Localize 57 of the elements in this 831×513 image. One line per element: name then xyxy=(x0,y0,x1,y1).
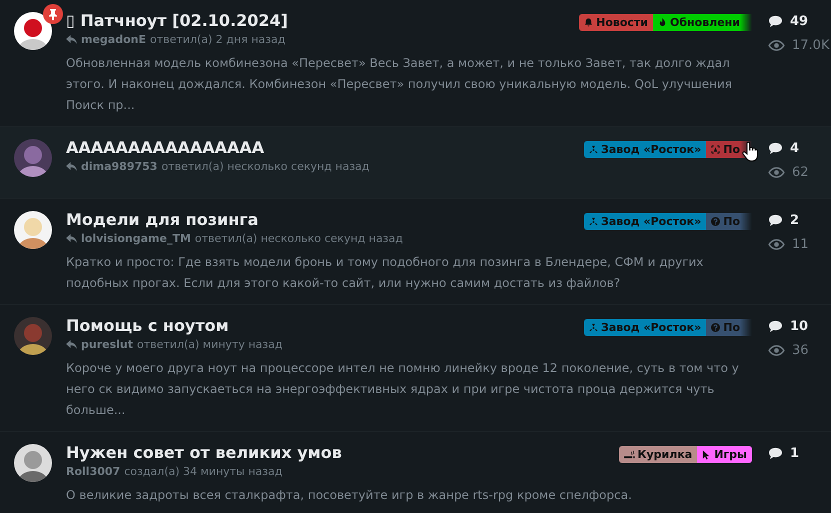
topic-excerpt: Кратко и просто: Где взять модели бронь и тому подобного для позинга в Блендере, СФМ и других подобных прогах. Если для этого какой-то сайт, или нужно самим достать из файлов? xyxy=(66,254,704,292)
flame-icon xyxy=(658,18,668,27)
reply-count: 4 xyxy=(790,140,800,156)
comment-icon xyxy=(768,446,783,460)
bell-icon xyxy=(584,18,594,27)
eye-icon xyxy=(768,344,785,356)
view-count: 36 xyxy=(792,342,809,358)
tag[interactable]: Обновлени xyxy=(653,14,752,31)
tag[interactable]: Завод «Росток» xyxy=(584,141,706,158)
reply-count: 10 xyxy=(790,318,808,334)
tag[interactable]: Курилка xyxy=(618,446,698,463)
topic-title[interactable]: Модели для позинга xyxy=(66,209,584,231)
eye-icon xyxy=(768,238,785,250)
tag[interactable]: Новости xyxy=(579,14,654,31)
activity-time: ответил(а) минуту назад xyxy=(137,338,282,351)
author-link[interactable]: dima989753 xyxy=(81,160,158,173)
topic-excerpt: О великие задроты всея сталкрафта, посоветуйте игр в жанре rts-rpg кроме спелфорса. xyxy=(66,487,633,504)
radiation-icon xyxy=(589,323,598,332)
view-count: 11 xyxy=(792,236,809,252)
tag[interactable]: Игры xyxy=(697,446,752,463)
activity-time: ответил(а) несколько секунд назад xyxy=(161,160,370,173)
author-link[interactable]: pureslut xyxy=(81,338,133,351)
topic-title[interactable]: ▯ Патчноут [02.10.2024] xyxy=(66,10,580,32)
tag[interactable]: Завод «Росток» xyxy=(584,213,706,230)
tag[interactable]: По xyxy=(706,319,752,336)
author-link[interactable]: Roll3007 xyxy=(66,465,120,478)
cursor-icon xyxy=(702,450,712,460)
eye-icon xyxy=(768,40,785,50)
radiation-icon xyxy=(589,217,598,226)
tag[interactable]: Завод «Росток» xyxy=(584,319,706,336)
comment-icon xyxy=(768,14,783,28)
topic-excerpt: Обновленная модель комбинезона «Пересвет» Весь Завет, а может, и не только Завет, так долго ждал этого. И наконец дождался. Комбинезон «Пересвет» получил свою уникальную модель. QoL улучшения Поиск пр... xyxy=(66,55,734,114)
tag[interactable]: По xyxy=(706,213,752,230)
activity-time: создал(а) 34 минуты назад xyxy=(124,465,282,478)
hand-cursor-icon xyxy=(742,142,758,162)
view-count: 17.0K xyxy=(792,38,830,52)
radiation-icon xyxy=(589,145,598,154)
topic-excerpt: Короче у моего друга ноут на процессоре интел не помню линейку вроде 12 поколение, суть в том что у него ск видимо запускаеться на энергоэффективных ядрах и при игре чистота проца держится чуть больше... xyxy=(66,360,740,419)
topic-title[interactable]: Нужен совет от великих умов xyxy=(66,442,619,464)
activity-time: ответил(а) 2 дня назад xyxy=(150,33,286,46)
view-count: 62 xyxy=(792,164,809,180)
reply-count: 1 xyxy=(790,446,800,460)
reply-count: 2 xyxy=(790,212,800,228)
question-icon xyxy=(711,217,720,226)
topic-title[interactable]: АААААААААААААААА xyxy=(66,137,584,159)
comment-icon xyxy=(768,214,783,226)
activity-time: ответил(а) несколько секунд назад xyxy=(194,232,403,245)
comment-icon xyxy=(768,320,783,332)
reply-count: 49 xyxy=(790,14,808,28)
comment-icon xyxy=(768,142,783,154)
question-icon xyxy=(711,323,720,332)
topic-title[interactable]: Помощь с ноутом xyxy=(66,315,584,337)
author-link[interactable]: lolvisiongame_TM xyxy=(81,232,191,245)
cigarette-icon xyxy=(624,450,635,459)
eye-icon xyxy=(768,166,785,178)
author-link[interactable]: megadonE xyxy=(81,33,146,46)
warning-icon xyxy=(711,145,720,154)
